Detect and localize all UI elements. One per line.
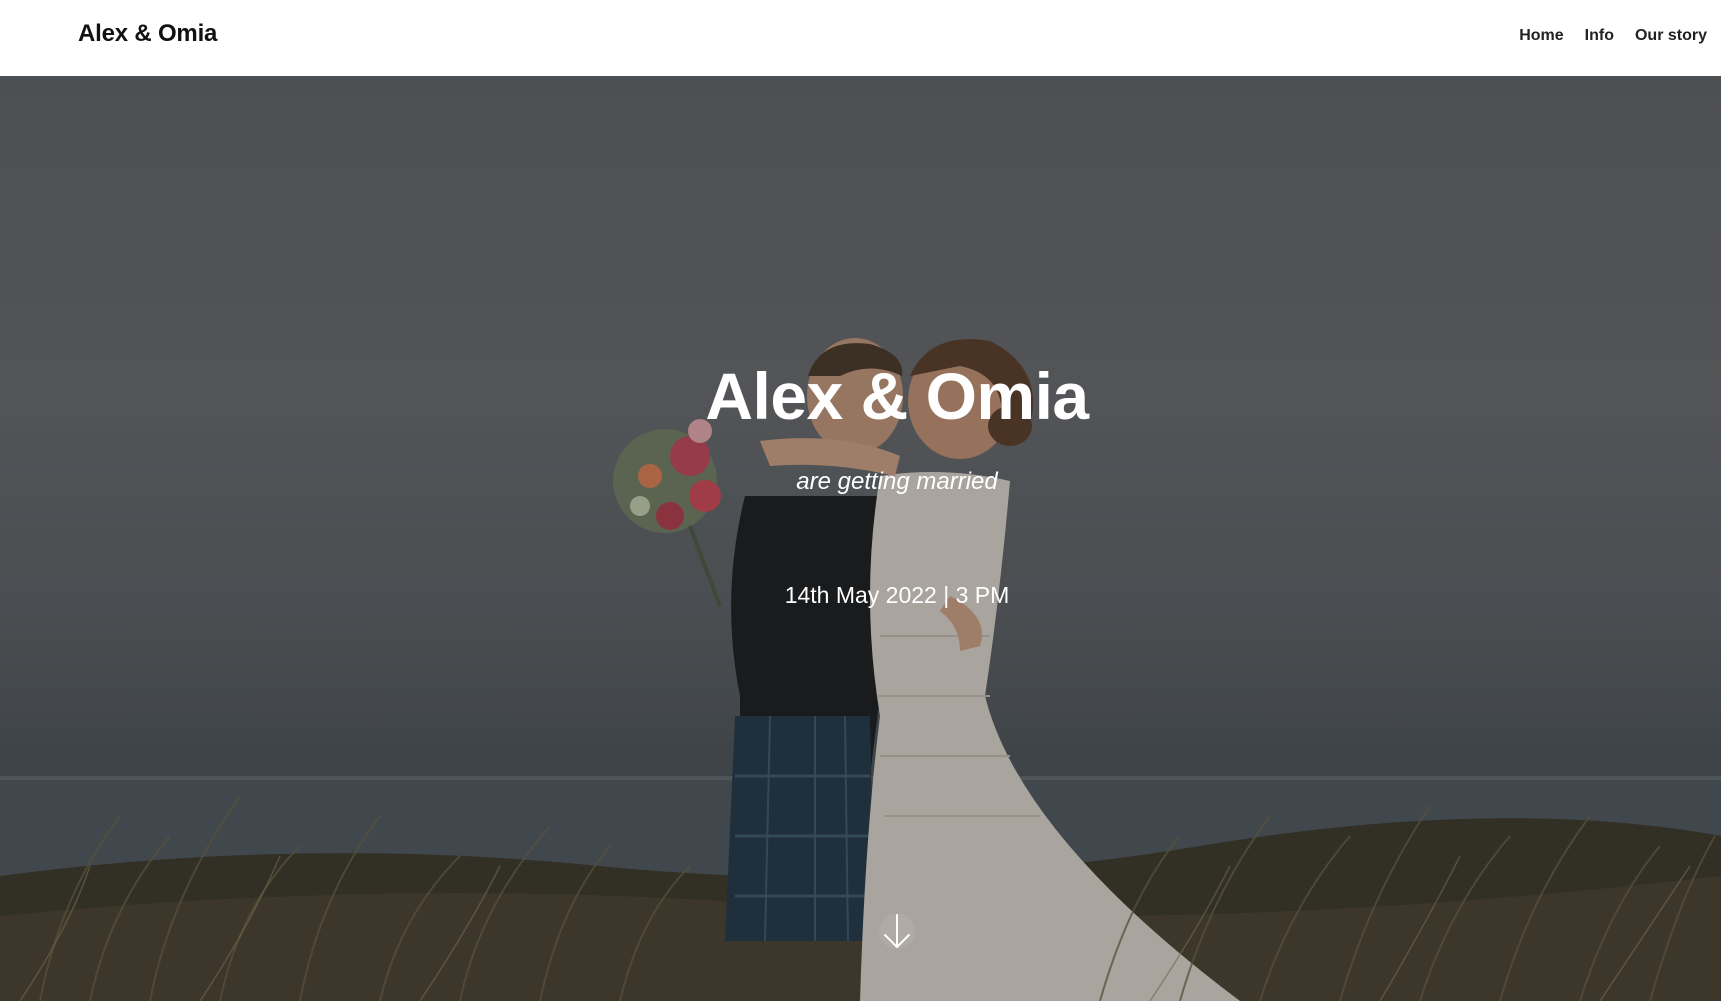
scroll-down-button[interactable] [877,909,917,953]
wedding-date: 14th May 2022 | 3 PM [784,582,1010,608]
hero-overlay [0,76,1721,1001]
arrow-down-icon [879,913,915,949]
brand-logo[interactable]: Alex & Omia [78,20,217,48]
hero-subtitle: are getting married [796,468,998,495]
nav-link-our-story[interactable]: Our story [1635,27,1707,45]
navbar: Alex & Omia Home Info Our story [0,0,1721,76]
nav-link-info[interactable]: Info [1585,27,1614,45]
nav-links: Home Info Our story [1498,27,1707,45]
hero-section: Alex & Omia are getting married 14th May… [0,76,1721,1001]
hero-title: Alex & Omia [705,359,1089,433]
nav-link-home[interactable]: Home [1519,27,1563,45]
